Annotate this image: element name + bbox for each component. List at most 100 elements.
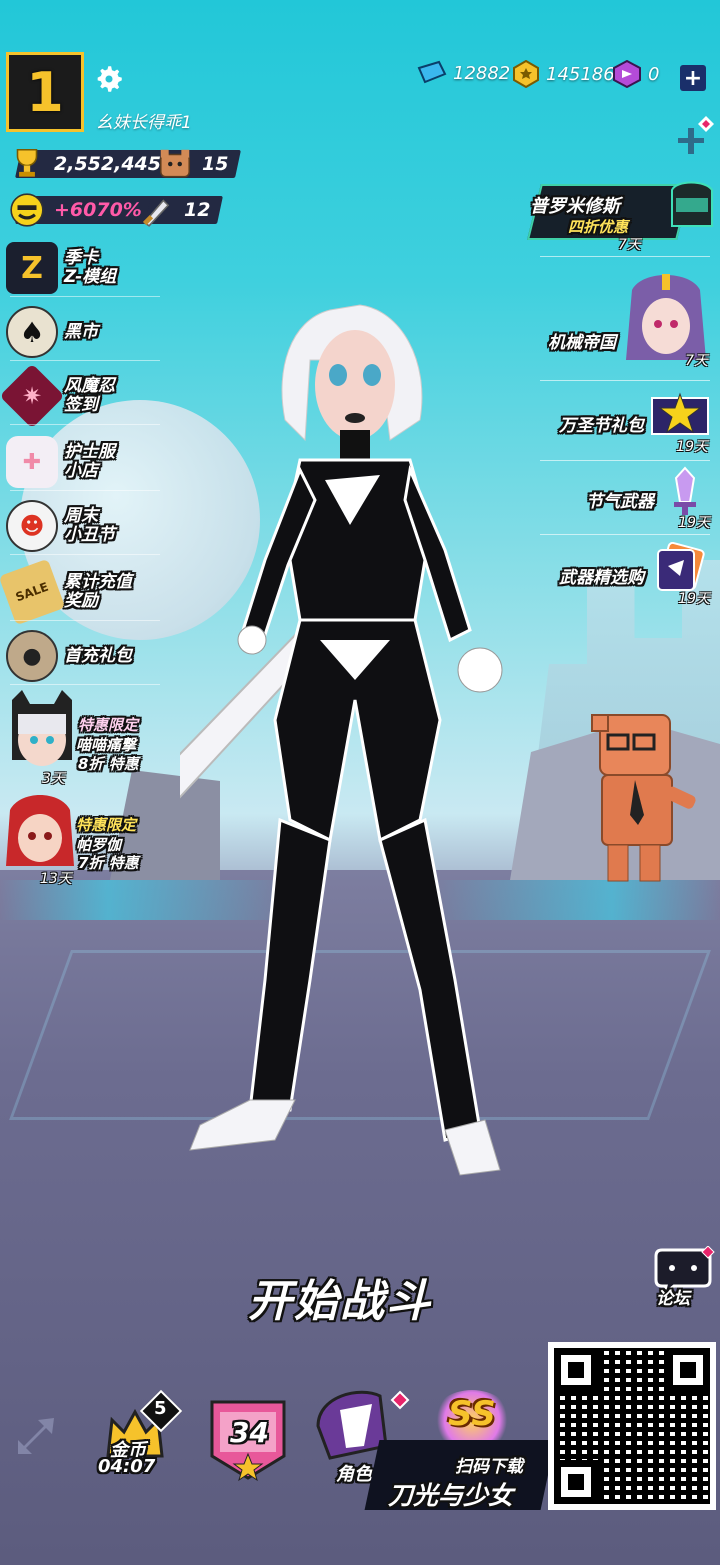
- blue-gem-icon: [417, 60, 447, 84]
- prometheus-days: 7天: [618, 237, 641, 253]
- expand-menu-icon[interactable]: [672, 114, 716, 158]
- sword-stat[interactable]: 12: [138, 194, 224, 227]
- star-gift-icon: [651, 392, 709, 435]
- mech-empire-label: 机械帝国: [548, 332, 616, 353]
- left-menu-divider: [10, 620, 160, 621]
- fullscreen-icon[interactable]: [14, 1414, 58, 1458]
- trophy-icon: [16, 148, 38, 177]
- forum-button[interactable]: 论坛: [650, 1245, 716, 1312]
- settings-gear-icon[interactable]: [92, 62, 126, 96]
- right-menu-solar-weapon[interactable]: 节气武器 19天: [586, 466, 710, 532]
- sword-icon: [143, 199, 170, 227]
- first-recharge-label: 首充礼包: [64, 645, 132, 666]
- bonus-stat[interactable]: +6070%: [8, 193, 155, 227]
- offer-tag: 特惠限定: [78, 716, 139, 734]
- gold-reward-button[interactable]: 5 金币 04:07: [96, 1389, 183, 1482]
- black-market-label: 黑市: [64, 321, 98, 342]
- offer-discount: 8折 特惠: [78, 755, 139, 773]
- halloween-pack-days: 19天: [676, 439, 708, 455]
- trophy-stat[interactable]: 2,552,445: [8, 148, 174, 180]
- nurse-hat-icon: ✚: [6, 436, 58, 488]
- red-hair-girl-portrait-icon: [6, 795, 74, 866]
- gems-currency[interactable]: 12882: [415, 60, 510, 86]
- crystals-value: 0: [648, 63, 660, 85]
- player-name: 幺妹长得乖1: [96, 113, 192, 133]
- gift-creature-icon: ●: [6, 630, 58, 682]
- right-menu-divider: [540, 534, 710, 535]
- bear-companion[interactable]: [580, 705, 700, 885]
- right-menu-halloween-pack[interactable]: 万圣节礼包 19天: [559, 390, 710, 456]
- left-menu-nurse-shop[interactable]: ✚ 护士服 小店: [6, 436, 166, 488]
- right-menu-mech-empire[interactable]: 机械帝国 7天: [548, 270, 710, 370]
- scan-download-text: 扫码下载: [455, 1457, 523, 1477]
- weapon-card-icon: [657, 541, 705, 591]
- mech-empire-days: 7天: [685, 353, 708, 369]
- left-menu-divider: [10, 490, 160, 491]
- clown-festival-line2: 小丑节: [64, 525, 115, 545]
- solar-weapon-label: 节气武器: [586, 491, 654, 512]
- smiley-face-icon: [10, 193, 44, 227]
- right-menu-weapon-select[interactable]: 武器精选购 19天: [559, 541, 710, 608]
- nurse-shop-line1: 护士服: [64, 442, 115, 462]
- add-currency-button[interactable]: +: [680, 65, 706, 91]
- solar-weapon-days: 19天: [678, 515, 710, 531]
- left-menu-black-market[interactable]: ♠ 黑市: [6, 306, 166, 358]
- coins-currency[interactable]: 145186: [512, 60, 615, 88]
- left-menu-clown-festival[interactable]: ☻ 周末 小丑节: [6, 500, 166, 552]
- download-qr-code[interactable]: [548, 1342, 716, 1510]
- role-label: 角色: [336, 1464, 372, 1485]
- gold-timer: 04:07: [98, 1456, 156, 1477]
- forum-label: 论坛: [656, 1289, 690, 1309]
- weapon-select-label: 武器精选购: [559, 567, 644, 588]
- gold-badge-count: 5: [154, 1398, 167, 1419]
- bear-count: 15: [202, 153, 229, 175]
- left-menu-season-card[interactable]: Z 季卡 Z-模组: [6, 242, 166, 294]
- ninja-signin-line2: 签到: [64, 395, 98, 415]
- coins-value: 145186: [546, 63, 615, 85]
- ss-label: SS: [448, 1394, 496, 1434]
- offer-discount: 7折 特惠: [78, 854, 139, 872]
- clown-face-icon: ☻: [6, 500, 58, 552]
- offer-days: 3天: [42, 771, 65, 787]
- bear-stat[interactable]: 15: [156, 148, 242, 180]
- offer-tag: 特惠限定: [76, 816, 137, 834]
- left-menu-recharge-reward[interactable]: SALE 累计充值 奖励: [0, 558, 166, 626]
- sword-count: 12: [184, 199, 211, 221]
- left-menu-first-recharge[interactable]: ● 首充礼包: [6, 630, 166, 682]
- season-card-line2: Z-模组: [64, 267, 117, 287]
- weapon-select-days: 19天: [678, 591, 710, 607]
- left-menu-divider: [10, 684, 160, 685]
- spade-card-icon: ♠: [6, 306, 58, 358]
- mech-helmet-icon: [671, 181, 713, 227]
- game-title-text: 刀光与少女: [388, 1481, 514, 1510]
- left-menu-divider: [10, 360, 160, 361]
- offer-paroga[interactable]: 特惠限定 帕罗伽 7折 特惠 13天: [0, 790, 170, 887]
- offer-meow-strike[interactable]: 特惠限定 喵喵痛撃 8折 特惠 3天: [4, 690, 174, 787]
- crystal-sword-icon: [674, 466, 696, 515]
- bear-head-icon: [159, 149, 191, 178]
- rank-button[interactable]: 34: [206, 1394, 290, 1484]
- cat-girl-portrait-icon: [12, 690, 72, 766]
- player-level: 1: [26, 60, 64, 124]
- z-module-icon: Z: [6, 242, 58, 294]
- sale-tag-icon: SALE: [0, 558, 66, 626]
- right-menu-divider: [540, 256, 710, 257]
- player-level-badge[interactable]: 1: [6, 52, 84, 132]
- offer-name: 喵喵痛撃: [76, 736, 137, 754]
- left-menu-ninja-signin[interactable]: ✷ 风魔忍 签到: [0, 363, 166, 429]
- bonus-value: +6070%: [54, 199, 142, 221]
- right-menu-divider: [540, 460, 710, 461]
- left-menu-divider: [10, 554, 160, 555]
- left-menu-divider: [10, 424, 160, 425]
- prometheus-label: 普罗米修斯: [530, 196, 620, 217]
- ninja-star-icon: ✷: [0, 363, 65, 429]
- start-battle-button[interactable]: 开始战斗: [248, 1265, 432, 1329]
- main-character[interactable]: [180, 300, 520, 1180]
- purple-crystal-icon: [613, 60, 641, 88]
- trophy-count: 2,552,445: [54, 153, 161, 175]
- right-menu-prometheus[interactable]: 普罗米修斯 四折优惠 7天: [527, 180, 716, 253]
- ninja-signin-line1: 风魔忍: [64, 376, 115, 396]
- left-menu-divider: [10, 296, 160, 297]
- crystals-currency[interactable]: 0: [612, 60, 659, 88]
- gems-value: 12882: [453, 62, 511, 84]
